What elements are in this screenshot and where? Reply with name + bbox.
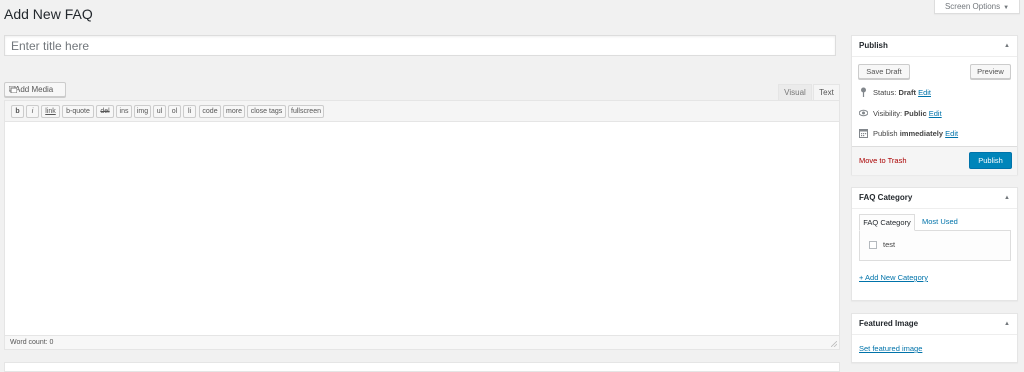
qt-close-tags-button[interactable]: close tags [247, 105, 286, 118]
edit-status-link[interactable]: Edit [918, 88, 931, 97]
qt-bquote-button[interactable]: b-quote [62, 105, 94, 118]
page-title: Add New FAQ [4, 6, 93, 22]
edit-visibility-link[interactable]: Edit [929, 109, 942, 118]
status-row: Status: Draft Edit [859, 87, 931, 97]
publish-metabox-title: Publish [859, 41, 888, 50]
faq-category-header[interactable]: FAQ Category ▲ [852, 188, 1017, 209]
add-new-category-link[interactable]: + Add New Category [859, 273, 928, 282]
title-input[interactable] [4, 35, 836, 56]
qt-ul-button[interactable]: ul [153, 105, 166, 118]
category-checkbox-test[interactable] [869, 241, 877, 249]
next-metabox [4, 362, 840, 372]
publish-metabox: Publish ▲ Save Draft Preview Status: Dra… [851, 35, 1018, 175]
tab-visual[interactable]: Visual [778, 84, 812, 100]
collapse-toggle-icon[interactable]: ▲ [1004, 188, 1010, 208]
move-to-trash-link[interactable]: Move to Trash [859, 156, 907, 165]
schedule-value: immediately [899, 129, 944, 138]
qt-more-button[interactable]: more [223, 105, 245, 118]
quicktags-toolbar: b i link b-quote del ins img ul ol li co… [5, 101, 839, 122]
caret-down-icon: ▼ [1003, 5, 1010, 11]
collapse-toggle-icon[interactable]: ▲ [1004, 36, 1010, 56]
collapse-toggle-icon[interactable]: ▲ [1004, 314, 1010, 334]
category-checklist: test [859, 230, 1011, 261]
status-label: Status: [873, 88, 897, 97]
calendar-icon [859, 129, 868, 138]
faq-category-title: FAQ Category [859, 193, 913, 202]
qt-code-button[interactable]: code [199, 105, 221, 118]
resize-handle-icon[interactable] [831, 341, 837, 347]
tab-faq-category[interactable]: FAQ Category [859, 214, 915, 231]
save-draft-button[interactable]: Save Draft [858, 64, 910, 79]
status-value: Draft [898, 88, 916, 97]
qt-ins-button[interactable]: ins [116, 105, 132, 118]
pin-icon [861, 87, 866, 97]
editor-area[interactable]: b i link b-quote del ins img ul ol li co… [4, 100, 840, 350]
featured-image-header[interactable]: Featured Image ▲ [852, 314, 1017, 335]
screen-options-label: Screen Options [944, 2, 1001, 11]
visibility-row: Visibility: Public Edit [859, 109, 942, 118]
qt-fullscreen-button[interactable]: fullscreen [288, 105, 324, 118]
screen-options-tab[interactable]: Screen Options ▼ [934, 0, 1020, 14]
qt-italic-button[interactable]: i [26, 105, 39, 118]
edit-schedule-link[interactable]: Edit [945, 129, 958, 138]
schedule-label: Publish [873, 129, 898, 138]
add-media-button[interactable]: Add Media [4, 82, 66, 97]
visibility-value: Public [904, 109, 927, 118]
qt-del-button[interactable]: del [96, 105, 114, 118]
category-label: test [883, 240, 896, 249]
qt-li-button[interactable]: li [183, 105, 196, 118]
schedule-row: Publish immediately Edit [859, 129, 958, 138]
visibility-label: Visibility: [873, 109, 903, 118]
preview-button[interactable]: Preview [970, 64, 1011, 79]
set-featured-image-link[interactable]: Set featured image [859, 344, 922, 353]
publish-actions: Move to Trash Publish [852, 146, 1017, 175]
media-icon [9, 86, 17, 93]
add-media-label: Add Media [15, 85, 54, 94]
featured-image-metabox: Featured Image ▲ Set featured image [851, 313, 1018, 363]
publish-button[interactable]: Publish [969, 152, 1012, 169]
tab-most-used[interactable]: Most Used [922, 214, 958, 230]
qt-img-button[interactable]: img [134, 105, 151, 118]
qt-link-button[interactable]: link [41, 105, 60, 118]
publish-metabox-header[interactable]: Publish ▲ [852, 36, 1017, 57]
eye-icon [859, 109, 868, 117]
tab-text[interactable]: Text [813, 84, 840, 100]
featured-image-title: Featured Image [859, 319, 919, 328]
qt-bold-button[interactable]: b [11, 105, 24, 118]
faq-category-metabox: FAQ Category ▲ FAQ Category Most Used te… [851, 187, 1018, 301]
qt-ol-button[interactable]: ol [168, 105, 181, 118]
word-count: Word count: 0 [5, 335, 839, 349]
